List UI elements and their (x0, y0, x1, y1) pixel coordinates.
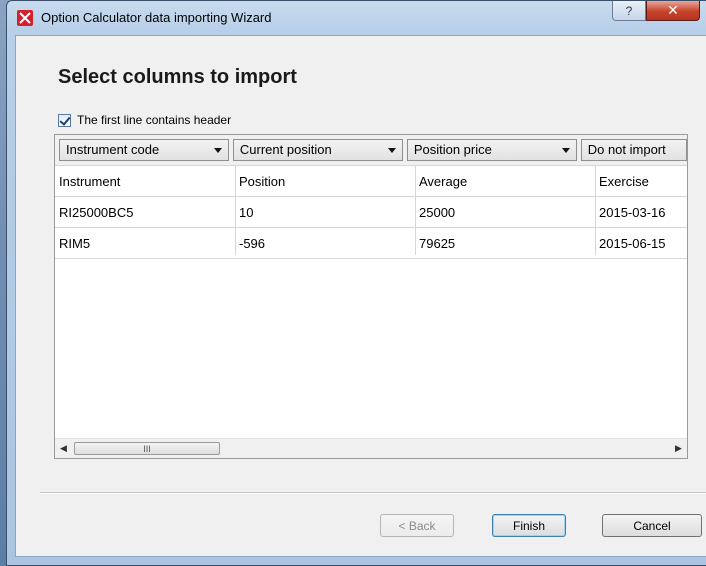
table-cell: Position (239, 173, 286, 189)
table-cell: -596 (239, 235, 266, 251)
column-2-mapping-select[interactable]: Current position (232, 139, 403, 161)
button-separator (40, 492, 706, 494)
table-cell: Average (419, 173, 468, 189)
table-cell: 2015-03-16 (599, 204, 666, 220)
column-2-mapping-value: Current position (239, 142, 332, 157)
cancel-button-label: Cancel (633, 518, 671, 533)
scroll-left-button[interactable]: ◀ (55, 439, 72, 458)
help-button[interactable]: ? (612, 1, 646, 21)
grip-icon: III (143, 443, 151, 454)
column-1-mapping-value: Instrument code (66, 142, 160, 157)
title-bar[interactable]: Option Calculator data importing Wizard … (7, 1, 706, 35)
close-button[interactable]: ✕ (646, 1, 700, 21)
close-icon: ✕ (667, 2, 679, 18)
scroll-left-icon: ◀ (60, 443, 67, 453)
scroll-thumb[interactable]: III (74, 442, 220, 455)
first-line-header-option[interactable]: The first line contains header (58, 112, 231, 128)
column-divider (415, 165, 416, 255)
table-cell: RI25000BC5 (59, 204, 134, 220)
finish-button[interactable]: Finish (492, 514, 566, 537)
page-title: Select columns to import (58, 66, 297, 88)
column-3-mapping-select[interactable]: Position price (406, 139, 577, 161)
column-4-mapping-value: Do not import (587, 142, 666, 157)
table-cell: 25000 (419, 204, 456, 220)
cancel-button[interactable]: Cancel (602, 514, 702, 537)
scroll-right-icon: ▶ (675, 443, 682, 453)
column-mapping-row: Instrument code Current position Positio… (55, 135, 687, 166)
table-row[interactable]: RI25000BC5 10 25000 2015-03-16 (55, 197, 687, 228)
dropdown-arrow-icon (387, 148, 396, 153)
column-4-mapping-select[interactable]: Do not import (580, 139, 687, 161)
import-preview-table: Instrument code Current position Positio… (54, 134, 688, 459)
horizontal-scrollbar[interactable]: ◀ III ▶ (55, 438, 687, 458)
column-divider (235, 165, 236, 255)
scroll-right-button[interactable]: ▶ (670, 439, 687, 458)
window-title: Option Calculator data importing Wizard (41, 10, 272, 25)
table-cell: RIM5 (59, 235, 91, 251)
table-cell: 79625 (419, 235, 456, 251)
table-cell: Instrument (59, 173, 121, 189)
wizard-client-area: Select columns to import The first line … (15, 35, 706, 557)
table-cell: 10 (239, 204, 254, 220)
finish-button-label: Finish (512, 518, 545, 533)
column-1-mapping-select[interactable]: Instrument code (59, 139, 229, 161)
dropdown-arrow-icon (213, 148, 222, 153)
back-button[interactable]: < Back (380, 514, 454, 537)
first-line-header-checkbox[interactable] (58, 113, 71, 127)
table-row[interactable]: Instrument Position Average Exercise (55, 166, 687, 197)
dropdown-arrow-icon (561, 148, 570, 153)
app-logo-icon (17, 10, 33, 26)
first-line-header-label: The first line contains header (77, 113, 232, 127)
column-divider (595, 165, 596, 255)
column-3-mapping-value: Position price (413, 142, 492, 157)
wizard-window: Option Calculator data importing Wizard … (6, 0, 706, 566)
table-cell: Exercise (599, 173, 649, 189)
table-cell: 2015-06-15 (599, 235, 666, 251)
table-row[interactable]: RIM5 -596 79625 2015-06-15 (55, 228, 687, 259)
help-icon: ? (625, 3, 633, 18)
back-button-label: < Back (398, 518, 436, 533)
